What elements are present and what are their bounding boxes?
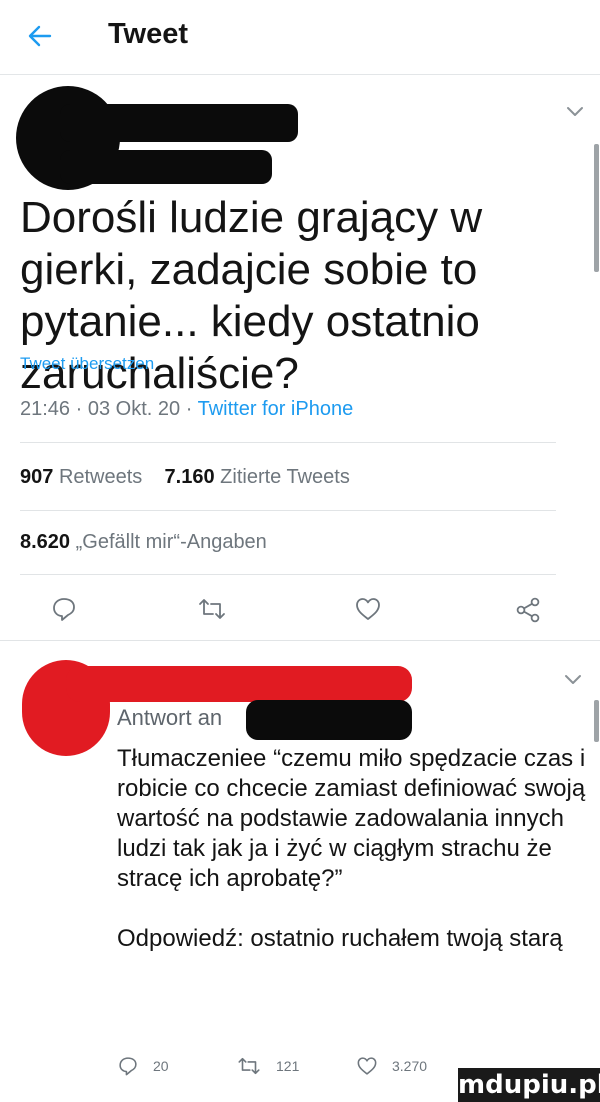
meta-separator: ·: [185, 398, 193, 420]
reply-retweets-count: 121: [276, 1058, 300, 1074]
watermark: mdupiu.pl: [458, 1068, 600, 1102]
chevron-down-icon[interactable]: [562, 672, 584, 686]
scrollbar[interactable]: [594, 144, 599, 272]
retweets-count[interactable]: 907: [20, 466, 53, 488]
likes-label[interactable]: „Gefällt mir“-Angaben: [76, 531, 267, 553]
reply-replies-count: 20: [153, 1058, 169, 1074]
chevron-down-icon[interactable]: [564, 104, 586, 118]
tweet-date: 03 Okt. 20: [87, 398, 181, 420]
reply-to-label: Antwort an: [117, 705, 223, 730]
meta-separator: ·: [75, 398, 83, 420]
divider: [0, 640, 600, 641]
translate-link[interactable]: Tweet übersetzen: [20, 354, 154, 374]
stats-row: 907 Retweets 7.160 Zitierte Tweets: [20, 466, 350, 489]
tweet-meta: 21:46 · 03 Okt. 20 · Twitter for iPhone: [20, 398, 353, 421]
reply-reply-action[interactable]: 20: [117, 1053, 169, 1079]
back-arrow-icon[interactable]: [24, 20, 56, 52]
share-icon[interactable]: [514, 596, 542, 624]
reply-likes-count: 3.270: [392, 1058, 428, 1074]
likes-count[interactable]: 8.620: [20, 531, 70, 553]
reply-like-action[interactable]: 3.270: [356, 1053, 427, 1079]
divider: [20, 574, 556, 575]
top-bar: Tweet: [0, 0, 600, 75]
reply-text: Tłumaczeniee “czemu miło spędzacie czas …: [117, 745, 586, 952]
tweet-time: 21:46: [20, 398, 71, 420]
page-title: Tweet: [108, 18, 189, 50]
divider: [20, 442, 556, 443]
like-icon[interactable]: [356, 1055, 378, 1077]
retweets-label[interactable]: Retweets: [59, 466, 142, 488]
quote-tweets-label[interactable]: Zitierte Tweets: [220, 466, 350, 488]
likes-row: 8.620 „Gefällt mir“-Angaben: [20, 531, 267, 554]
retweet-icon[interactable]: [196, 596, 228, 622]
retweet-icon[interactable]: [236, 1055, 262, 1077]
scrollbar-segment[interactable]: [594, 700, 599, 742]
divider: [20, 510, 556, 511]
reply-icon[interactable]: [50, 595, 78, 623]
quote-tweets-count[interactable]: 7.160: [165, 466, 215, 488]
reply-retweet-action[interactable]: 121: [236, 1053, 299, 1079]
tweet-source-link[interactable]: Twitter for iPhone: [198, 398, 354, 420]
like-icon[interactable]: [354, 596, 382, 622]
reply-icon[interactable]: [117, 1055, 139, 1077]
